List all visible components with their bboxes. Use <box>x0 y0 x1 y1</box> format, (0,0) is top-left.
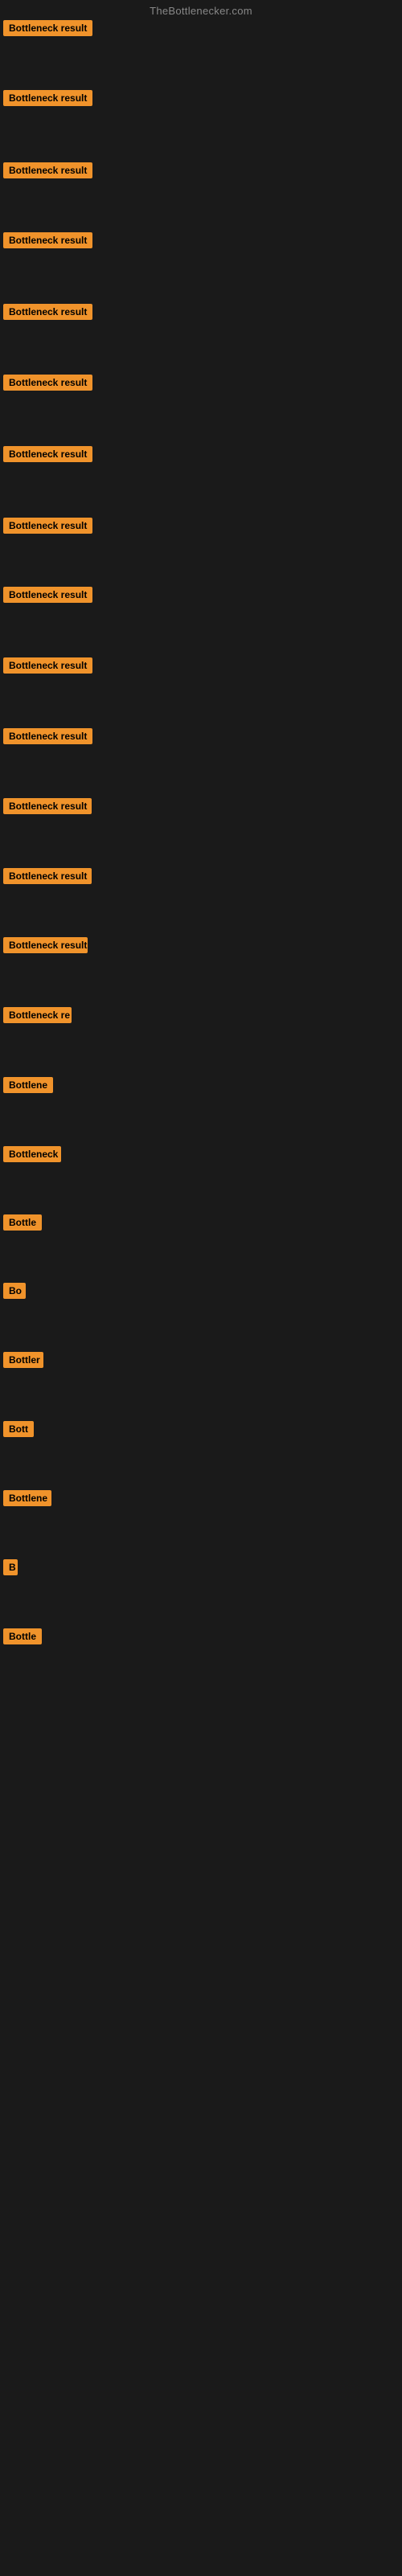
bottleneck-item-20[interactable]: Bottler <box>2 1352 43 1372</box>
bottleneck-item-7[interactable]: Bottleneck result <box>2 446 92 466</box>
bottleneck-item-16[interactable]: Bottlene <box>2 1077 53 1097</box>
bottleneck-badge: Bo <box>3 1283 26 1299</box>
bottleneck-badge: Bottlene <box>3 1490 51 1506</box>
bottleneck-badge: Bottleneck re <box>3 1007 72 1023</box>
bottleneck-item-17[interactable]: Bottleneck <box>2 1146 61 1166</box>
bottleneck-badge: Bottleneck result <box>3 90 92 106</box>
bottleneck-badge: Bottleneck result <box>3 657 92 674</box>
site-title: TheBottlenecker.com <box>0 0 402 20</box>
bottleneck-item-9[interactable]: Bottleneck result <box>2 587 92 607</box>
bottleneck-badge: Bottleneck result <box>3 587 92 603</box>
bottleneck-item-24[interactable]: Bottle <box>2 1628 42 1648</box>
bottleneck-badge: B <box>3 1559 18 1575</box>
bottleneck-item-1[interactable]: Bottleneck result <box>2 20 92 40</box>
bottleneck-item-19[interactable]: Bo <box>2 1283 26 1303</box>
bottleneck-item-15[interactable]: Bottleneck re <box>2 1007 72 1027</box>
bottleneck-item-6[interactable]: Bottleneck result <box>2 375 92 395</box>
bottleneck-item-14[interactable]: Bottleneck result <box>2 937 88 957</box>
bottleneck-item-13[interactable]: Bottleneck result <box>2 868 92 888</box>
bottleneck-item-23[interactable]: B <box>2 1559 18 1579</box>
bottleneck-badge: Bottleneck result <box>3 232 92 248</box>
bottleneck-item-8[interactable]: Bottleneck result <box>2 518 92 538</box>
bottleneck-item-10[interactable]: Bottleneck result <box>2 657 92 678</box>
bottleneck-badge: Bottleneck result <box>3 304 92 320</box>
bottleneck-badge: Bottleneck result <box>3 798 92 814</box>
bottleneck-badge: Bottleneck <box>3 1146 61 1162</box>
bottleneck-badge: Bottleneck result <box>3 518 92 534</box>
bottleneck-badge: Bottleneck result <box>3 937 88 953</box>
bottleneck-item-12[interactable]: Bottleneck result <box>2 798 92 818</box>
bottleneck-badge: Bott <box>3 1421 34 1437</box>
bottleneck-badge: Bottleneck result <box>3 20 92 36</box>
bottleneck-item-22[interactable]: Bottlene <box>2 1490 51 1510</box>
bottleneck-item-21[interactable]: Bott <box>2 1421 34 1441</box>
items-container: Bottleneck result Bottleneck result Bottle… <box>0 20 402 2576</box>
bottleneck-badge: Bottleneck result <box>3 446 92 462</box>
bottleneck-badge: Bottle <box>3 1628 42 1644</box>
bottleneck-badge: Bottlene <box>3 1077 53 1093</box>
bottleneck-badge: Bottleneck result <box>3 728 92 744</box>
bottleneck-badge: Bottle <box>3 1214 42 1231</box>
bottleneck-badge: Bottleneck result <box>3 162 92 178</box>
bottleneck-item-18[interactable]: Bottle <box>2 1214 42 1235</box>
bottleneck-badge: Bottleneck result <box>3 375 92 391</box>
bottleneck-item-11[interactable]: Bottleneck result <box>2 728 92 748</box>
bottleneck-item-3[interactable]: Bottleneck result <box>2 162 92 182</box>
bottleneck-item-2[interactable]: Bottleneck result <box>2 90 92 110</box>
bottleneck-badge: Bottler <box>3 1352 43 1368</box>
bottleneck-item-5[interactable]: Bottleneck result <box>2 304 92 324</box>
bottleneck-item-4[interactable]: Bottleneck result <box>2 232 92 252</box>
bottleneck-badge: Bottleneck result <box>3 868 92 884</box>
